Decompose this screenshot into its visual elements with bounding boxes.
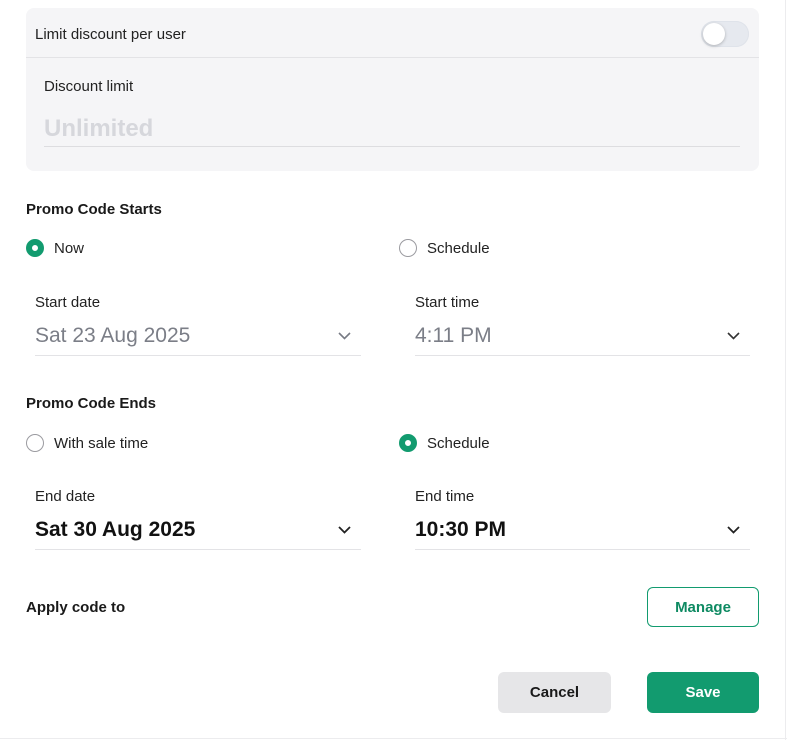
end-time-label: End time xyxy=(415,488,475,505)
radio-label: Schedule xyxy=(427,434,490,452)
starts-radio-now[interactable]: Now xyxy=(26,239,84,257)
promo-starts-title: Promo Code Starts xyxy=(26,201,162,218)
ends-radio-schedule[interactable]: Schedule xyxy=(399,434,490,452)
manage-button[interactable]: Manage xyxy=(647,587,759,627)
field-underline xyxy=(35,549,361,550)
start-date-field[interactable]: Start date Sat 23 Aug 2025 xyxy=(26,294,361,356)
limit-panel: Limit discount per user Discount limit xyxy=(26,8,759,171)
discount-limit-label: Discount limit xyxy=(44,78,134,95)
end-date-value: Sat 30 Aug 2025 xyxy=(35,518,196,541)
radio-checked-icon[interactable] xyxy=(399,434,417,452)
chevron-down-icon[interactable] xyxy=(338,332,351,340)
starts-radio-schedule[interactable]: Schedule xyxy=(399,239,490,257)
start-date-label: Start date xyxy=(35,294,101,311)
start-time-label: Start time xyxy=(415,294,480,311)
chevron-down-icon[interactable] xyxy=(727,526,740,534)
radio-label: Now xyxy=(54,239,85,257)
field-underline xyxy=(415,355,750,356)
field-underline xyxy=(35,355,361,356)
discount-limit-input[interactable] xyxy=(44,112,740,147)
ends-radio-sale-time[interactable]: With sale time xyxy=(26,434,148,452)
start-time-field[interactable]: Start time 4:11 PM xyxy=(406,294,750,356)
radio-label: With sale time xyxy=(54,434,149,452)
save-button[interactable]: Save xyxy=(647,672,759,713)
radio-label: Schedule xyxy=(427,239,490,257)
end-time-value: 10:30 PM xyxy=(415,518,507,541)
end-date-field[interactable]: End date Sat 30 Aug 2025 xyxy=(26,488,361,550)
apply-code-label: Apply code to xyxy=(26,599,126,616)
cancel-button[interactable]: Cancel xyxy=(498,672,611,713)
panel-divider xyxy=(26,57,759,58)
toggle-knob xyxy=(703,23,725,45)
promo-ends-title: Promo Code Ends xyxy=(26,395,157,412)
radio-unchecked-icon[interactable] xyxy=(399,239,417,257)
chevron-down-icon[interactable] xyxy=(338,526,351,534)
end-date-label: End date xyxy=(35,488,96,505)
panel-edge xyxy=(785,0,786,740)
start-time-value: 4:11 PM xyxy=(415,324,492,347)
chevron-down-icon[interactable] xyxy=(727,332,740,340)
end-time-field[interactable]: End time 10:30 PM xyxy=(406,488,750,550)
start-date-value: Sat 23 Aug 2025 xyxy=(35,324,191,347)
radio-checked-icon[interactable] xyxy=(26,239,44,257)
radio-unchecked-icon[interactable] xyxy=(26,434,44,452)
field-underline xyxy=(415,549,750,550)
panel-edge xyxy=(0,738,787,739)
limit-discount-label: Limit discount per user xyxy=(35,26,186,43)
limit-discount-toggle[interactable] xyxy=(701,21,749,47)
